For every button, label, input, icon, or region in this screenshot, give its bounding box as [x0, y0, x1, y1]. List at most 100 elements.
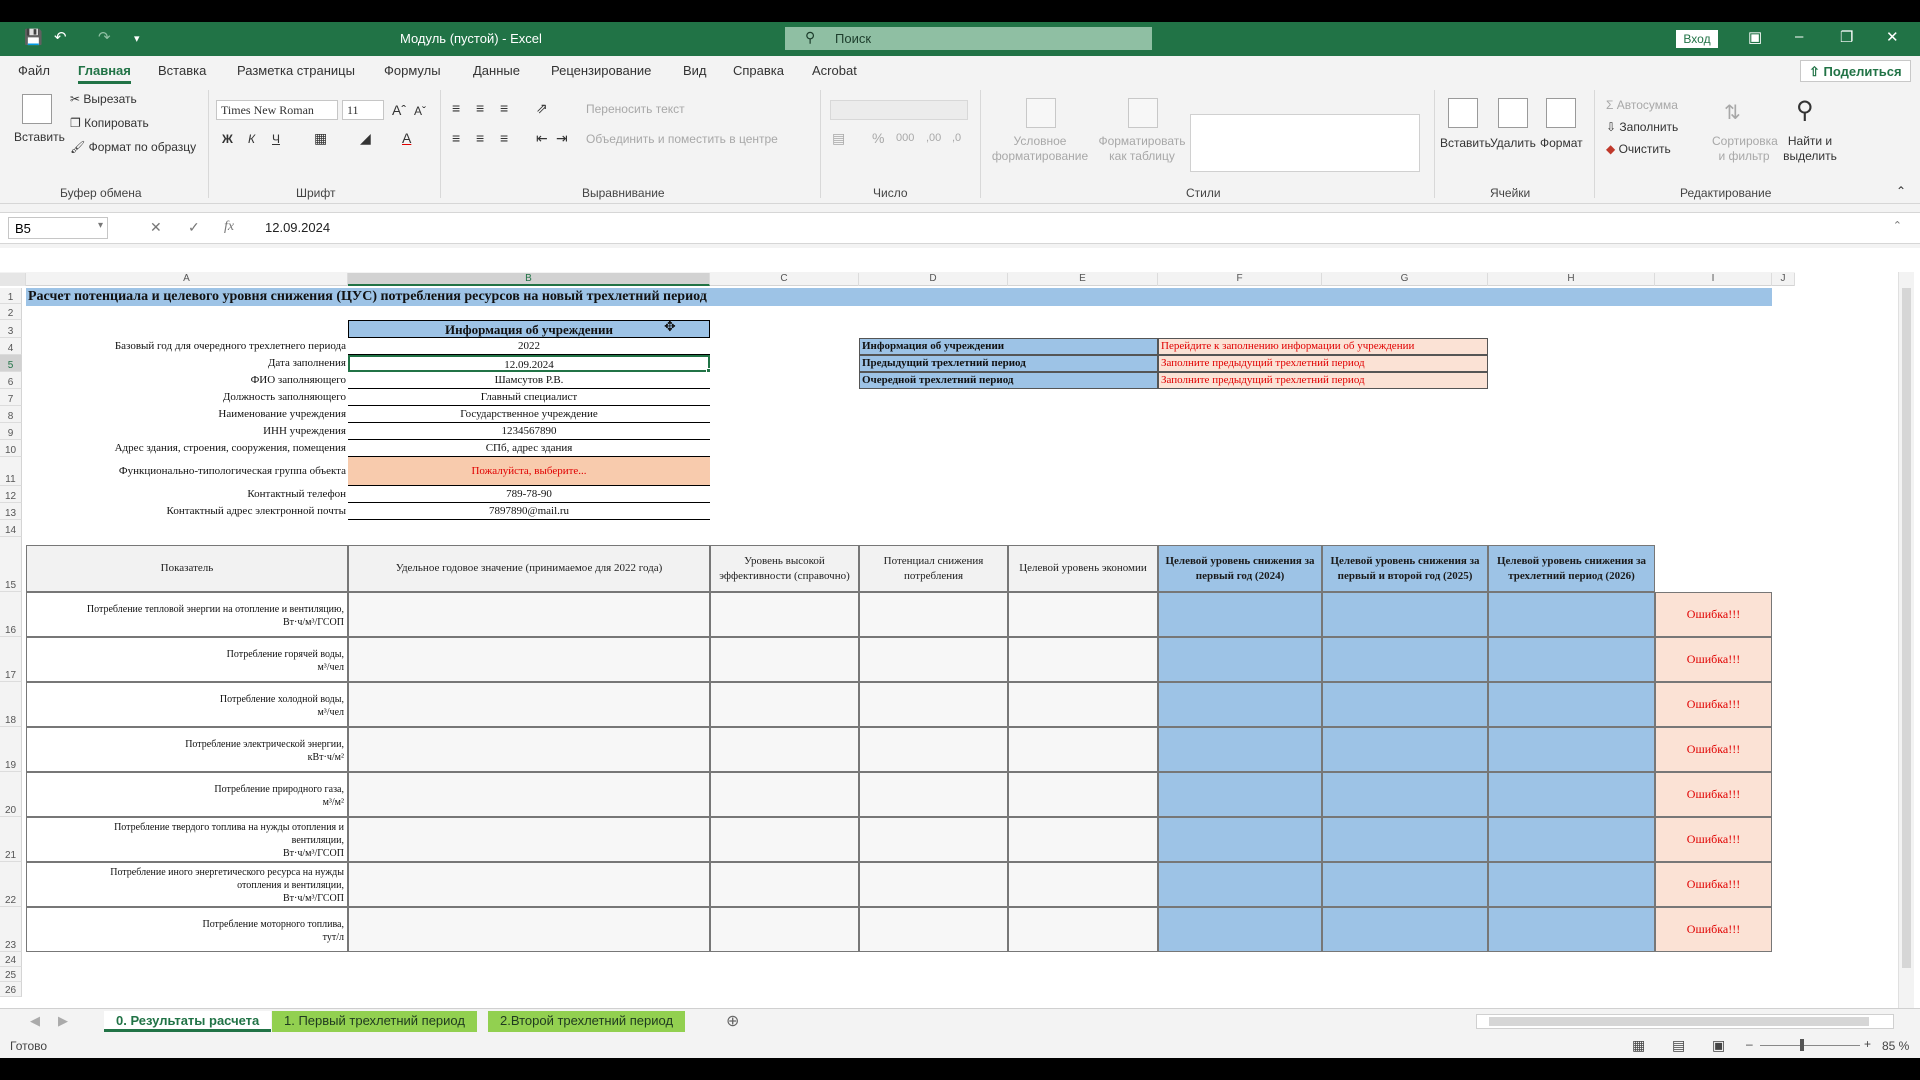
- row-header[interactable]: 11: [0, 457, 22, 486]
- reduction-potential-cell[interactable]: [859, 817, 1008, 862]
- row-header[interactable]: 9: [0, 423, 22, 440]
- target-2024-cell[interactable]: [1158, 637, 1322, 682]
- error-cell[interactable]: Ошибка!!!: [1655, 907, 1772, 952]
- shrink-font-icon[interactable]: Aˇ: [414, 104, 426, 118]
- clear-button[interactable]: ◆ Очистить: [1606, 142, 1671, 156]
- tab-help[interactable]: Справка: [733, 63, 784, 78]
- info-value[interactable]: СПб, адрес здания: [348, 440, 710, 457]
- fill-button[interactable]: ⇩ Заполнить: [1606, 120, 1678, 134]
- row-header[interactable]: 12: [0, 486, 22, 503]
- find-icon[interactable]: ⚲: [1796, 96, 1814, 125]
- bold-button[interactable]: Ж: [222, 132, 233, 146]
- indicator-name[interactable]: Потребление тепловой энергии на отоплени…: [26, 592, 348, 637]
- column-header-f[interactable]: F: [1158, 273, 1322, 286]
- indicator-name[interactable]: Потребление твердого топлива на нужды от…: [26, 817, 348, 862]
- target-savings-cell[interactable]: [1008, 862, 1158, 907]
- status-message[interactable]: Заполните предыдущий трехлетний период: [1158, 355, 1488, 372]
- increase-indent-icon[interactable]: ⇥: [556, 130, 568, 147]
- table-header-indicator[interactable]: Показатель: [26, 545, 348, 592]
- page-break-view-icon[interactable]: ▣: [1712, 1037, 1725, 1054]
- target-2026-cell[interactable]: [1488, 727, 1655, 772]
- high-efficiency-cell[interactable]: [710, 727, 859, 772]
- target-2025-cell[interactable]: [1322, 727, 1488, 772]
- tab-view[interactable]: Вид: [683, 63, 707, 78]
- status-label[interactable]: Информация об учреждении: [859, 338, 1158, 355]
- tab-page-layout[interactable]: Разметка страницы: [237, 63, 355, 78]
- sheet-tab-results[interactable]: 0. Результаты расчета: [104, 1011, 272, 1032]
- minimize-icon[interactable]: –: [1795, 28, 1803, 45]
- column-header-h[interactable]: H: [1488, 273, 1655, 286]
- row-header[interactable]: 10: [0, 440, 22, 457]
- row-header[interactable]: 3: [0, 320, 22, 338]
- reduction-potential-cell[interactable]: [859, 682, 1008, 727]
- row-header[interactable]: 21: [0, 817, 22, 862]
- increase-decimal-icon[interactable]: ,00: [926, 132, 941, 144]
- row-header[interactable]: 26: [0, 982, 22, 997]
- tab-review[interactable]: Рецензирование: [551, 63, 651, 78]
- indicator-name[interactable]: Потребление холодной воды, м³/чел: [26, 682, 348, 727]
- column-header-b[interactable]: B: [348, 273, 710, 286]
- error-cell[interactable]: Ошибка!!!: [1655, 817, 1772, 862]
- info-value[interactable]: Главный специалист: [348, 389, 710, 406]
- column-header-i[interactable]: I: [1655, 273, 1772, 286]
- target-savings-cell[interactable]: [1008, 592, 1158, 637]
- target-savings-cell[interactable]: [1008, 682, 1158, 727]
- error-cell[interactable]: Ошибка!!!: [1655, 637, 1772, 682]
- info-value[interactable]: Государственное учреждение: [348, 406, 710, 423]
- target-2025-cell[interactable]: [1322, 817, 1488, 862]
- target-savings-cell[interactable]: [1008, 637, 1158, 682]
- row-header[interactable]: 2: [0, 304, 22, 320]
- row-header[interactable]: 16: [0, 592, 22, 637]
- high-efficiency-cell[interactable]: [710, 817, 859, 862]
- indicator-name[interactable]: Потребление природного газа, м³/м²: [26, 772, 348, 817]
- delete-cells-icon[interactable]: [1498, 98, 1528, 128]
- indicator-name[interactable]: Потребление моторного топлива, тут/л: [26, 907, 348, 952]
- row-header[interactable]: 14: [0, 520, 22, 537]
- target-2025-cell[interactable]: [1322, 637, 1488, 682]
- annual-value-cell[interactable]: [348, 817, 710, 862]
- collapse-ribbon-icon[interactable]: ⌃: [1896, 184, 1906, 198]
- horizontal-scroll-thumb[interactable]: [1489, 1017, 1869, 1026]
- sign-in-button[interactable]: Вход: [1676, 30, 1718, 48]
- sort-filter-icon[interactable]: ⇅: [1724, 100, 1741, 125]
- customize-quick-access-icon[interactable]: ▾: [134, 32, 140, 45]
- fill-color-icon[interactable]: ◢: [360, 130, 371, 147]
- zoom-slider[interactable]: [1760, 1045, 1860, 1046]
- currency-icon[interactable]: ▤: [832, 130, 845, 147]
- row-header[interactable]: 6: [0, 372, 22, 389]
- high-efficiency-cell[interactable]: [710, 772, 859, 817]
- reduction-potential-cell[interactable]: [859, 772, 1008, 817]
- row-header[interactable]: 15: [0, 537, 22, 592]
- conditional-formatting-icon[interactable]: [1026, 98, 1056, 128]
- decrease-indent-icon[interactable]: ⇤: [536, 130, 548, 147]
- target-2026-cell[interactable]: [1488, 862, 1655, 907]
- row-header[interactable]: 20: [0, 772, 22, 817]
- next-sheet-icon[interactable]: ▶: [58, 1013, 68, 1029]
- zoom-in-icon[interactable]: +: [1864, 1037, 1871, 1051]
- vertical-scrollbar[interactable]: [1898, 272, 1914, 1010]
- tab-insert[interactable]: Вставка: [158, 63, 206, 78]
- row-header[interactable]: 13: [0, 503, 22, 520]
- target-2026-cell[interactable]: [1488, 682, 1655, 727]
- format-painter-button[interactable]: 🖌 Формат по образцу: [70, 140, 196, 154]
- number-format-select[interactable]: [830, 100, 968, 120]
- target-savings-cell[interactable]: [1008, 817, 1158, 862]
- share-button[interactable]: ⇧ Поделиться: [1800, 60, 1911, 82]
- tab-home[interactable]: Главная: [78, 63, 131, 84]
- paste-icon[interactable]: [22, 94, 52, 124]
- target-2024-cell[interactable]: [1158, 817, 1322, 862]
- reduction-potential-cell[interactable]: [859, 907, 1008, 952]
- align-bottom-icon[interactable]: ≡: [500, 100, 508, 116]
- high-efficiency-cell[interactable]: [710, 907, 859, 952]
- close-icon[interactable]: ✕: [1886, 28, 1899, 46]
- format-as-table-button[interactable]: Форматировать как таблицу: [1092, 134, 1192, 164]
- error-cell[interactable]: Ошибка!!!: [1655, 862, 1772, 907]
- target-2024-cell[interactable]: [1158, 592, 1322, 637]
- fill-handle[interactable]: [706, 368, 711, 373]
- high-efficiency-cell[interactable]: [710, 637, 859, 682]
- save-icon[interactable]: 💾: [24, 28, 43, 46]
- reduction-potential-cell[interactable]: [859, 592, 1008, 637]
- format-as-table-icon[interactable]: [1128, 98, 1158, 128]
- status-message[interactable]: Заполните предыдущий трехлетний период: [1158, 372, 1488, 389]
- annual-value-cell[interactable]: [348, 592, 710, 637]
